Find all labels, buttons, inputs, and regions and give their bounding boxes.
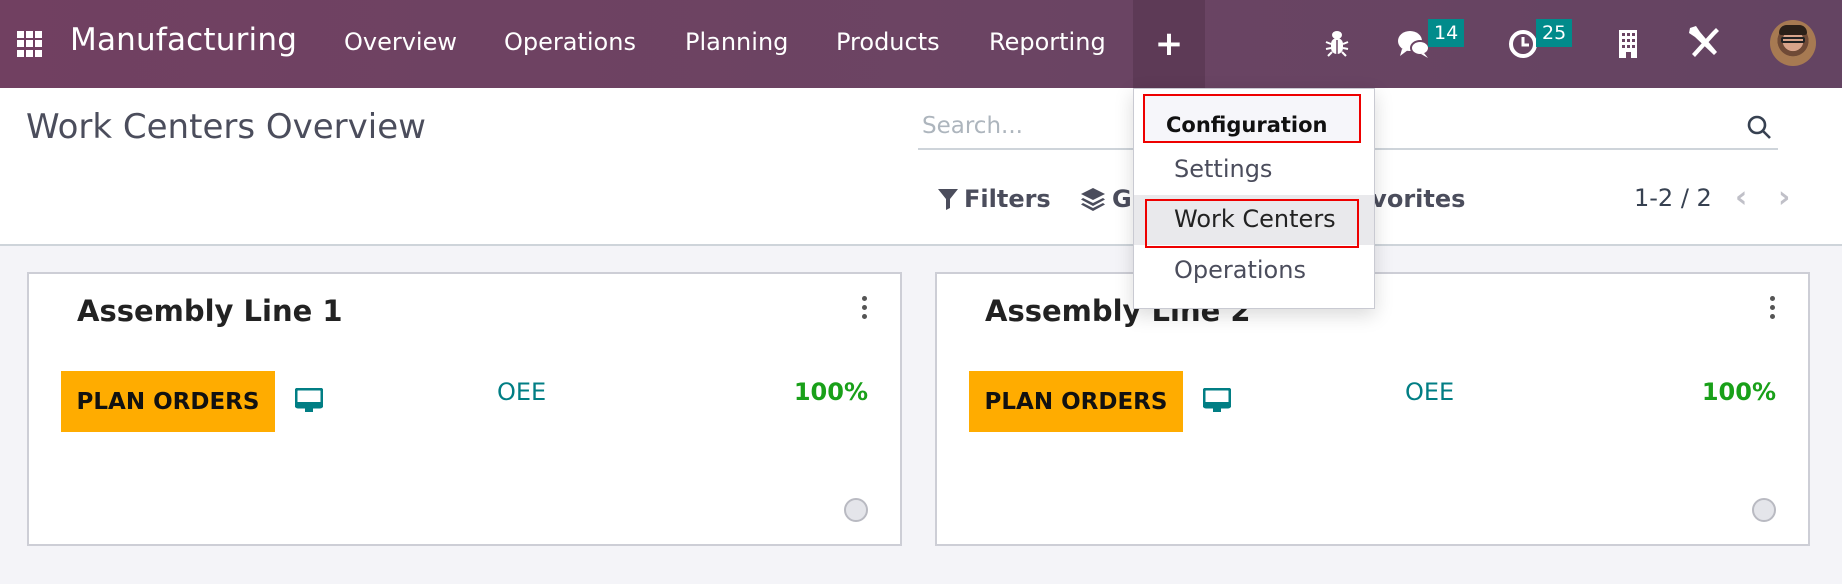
dropdown-header-highlight: Configuration <box>1143 94 1361 143</box>
oee-value: 100% <box>793 378 868 406</box>
app-name[interactable]: Manufacturing <box>70 22 297 58</box>
menu-planning[interactable]: Planning <box>685 28 788 56</box>
messages-badge: 14 <box>1428 19 1465 47</box>
building-icon[interactable] <box>1618 29 1638 63</box>
pager-next-button[interactable]: › <box>1778 180 1790 215</box>
tools-icon[interactable] <box>1686 24 1722 64</box>
avatar[interactable] <box>1770 20 1816 66</box>
status-indicator[interactable] <box>844 498 868 522</box>
dropdown-item-label: Operations <box>1174 256 1306 284</box>
oee-value: 100% <box>1701 378 1776 406</box>
control-panel: Work Centers Overview Filters Group By F… <box>0 88 1842 246</box>
configuration-dropdown: Configuration Settings Work Centers Oper… <box>1133 88 1375 309</box>
menu-reporting[interactable]: Reporting <box>989 28 1106 56</box>
plan-orders-button[interactable]: PLAN ORDERS <box>61 371 275 432</box>
pager-previous-button[interactable]: ‹ <box>1735 180 1747 215</box>
clock-icon[interactable] <box>1508 29 1538 63</box>
dropdown-item-label: Settings <box>1174 155 1273 183</box>
dropdown-item-work-centers[interactable]: Work Centers <box>1134 195 1374 248</box>
top-navbar: Manufacturing Overview Operations Planni… <box>0 0 1842 88</box>
oee-label[interactable]: OEE <box>1405 378 1454 406</box>
bug-icon[interactable] <box>1325 28 1349 62</box>
activities-badge: 25 <box>1536 19 1573 47</box>
filter-icon <box>938 189 958 210</box>
monitor-icon[interactable] <box>1202 387 1232 418</box>
status-indicator[interactable] <box>1752 498 1776 522</box>
menu-overview[interactable]: Overview <box>344 28 457 56</box>
dropdown-item-settings[interactable]: Settings <box>1134 145 1374 195</box>
pager-value[interactable]: 1-2 / 2 <box>1634 184 1712 212</box>
plan-orders-button[interactable]: PLAN ORDERS <box>969 371 1183 432</box>
monitor-icon[interactable] <box>294 387 324 418</box>
kebab-menu-icon[interactable] <box>862 296 868 319</box>
apps-grid-icon[interactable] <box>17 31 45 57</box>
kebab-menu-icon[interactable] <box>1770 296 1776 319</box>
card-title: Assembly Line 1 <box>77 294 343 328</box>
workcenter-card[interactable]: Assembly Line 2 PLAN ORDERS OEE 100% <box>935 272 1810 546</box>
plus-icon: + <box>1154 24 1184 64</box>
oee-label[interactable]: OEE <box>497 378 546 406</box>
menu-products[interactable]: Products <box>836 28 940 56</box>
dropdown-item-label: Work Centers <box>1174 205 1336 233</box>
dropdown-header: Configuration <box>1166 113 1328 137</box>
layers-icon <box>1081 188 1105 211</box>
workcenter-card[interactable]: Assembly Line 1 PLAN ORDERS OEE 100% <box>27 272 902 546</box>
filters-button[interactable]: Filters <box>938 185 1051 213</box>
chat-icon[interactable] <box>1397 29 1431 63</box>
search-icon[interactable] <box>1746 114 1772 144</box>
page-title: Work Centers Overview <box>26 107 426 147</box>
dropdown-item-operations[interactable]: Operations <box>1134 246 1374 296</box>
plus-menu-button[interactable]: + <box>1133 0 1205 88</box>
filters-label: Filters <box>964 185 1051 213</box>
menu-operations[interactable]: Operations <box>504 28 636 56</box>
